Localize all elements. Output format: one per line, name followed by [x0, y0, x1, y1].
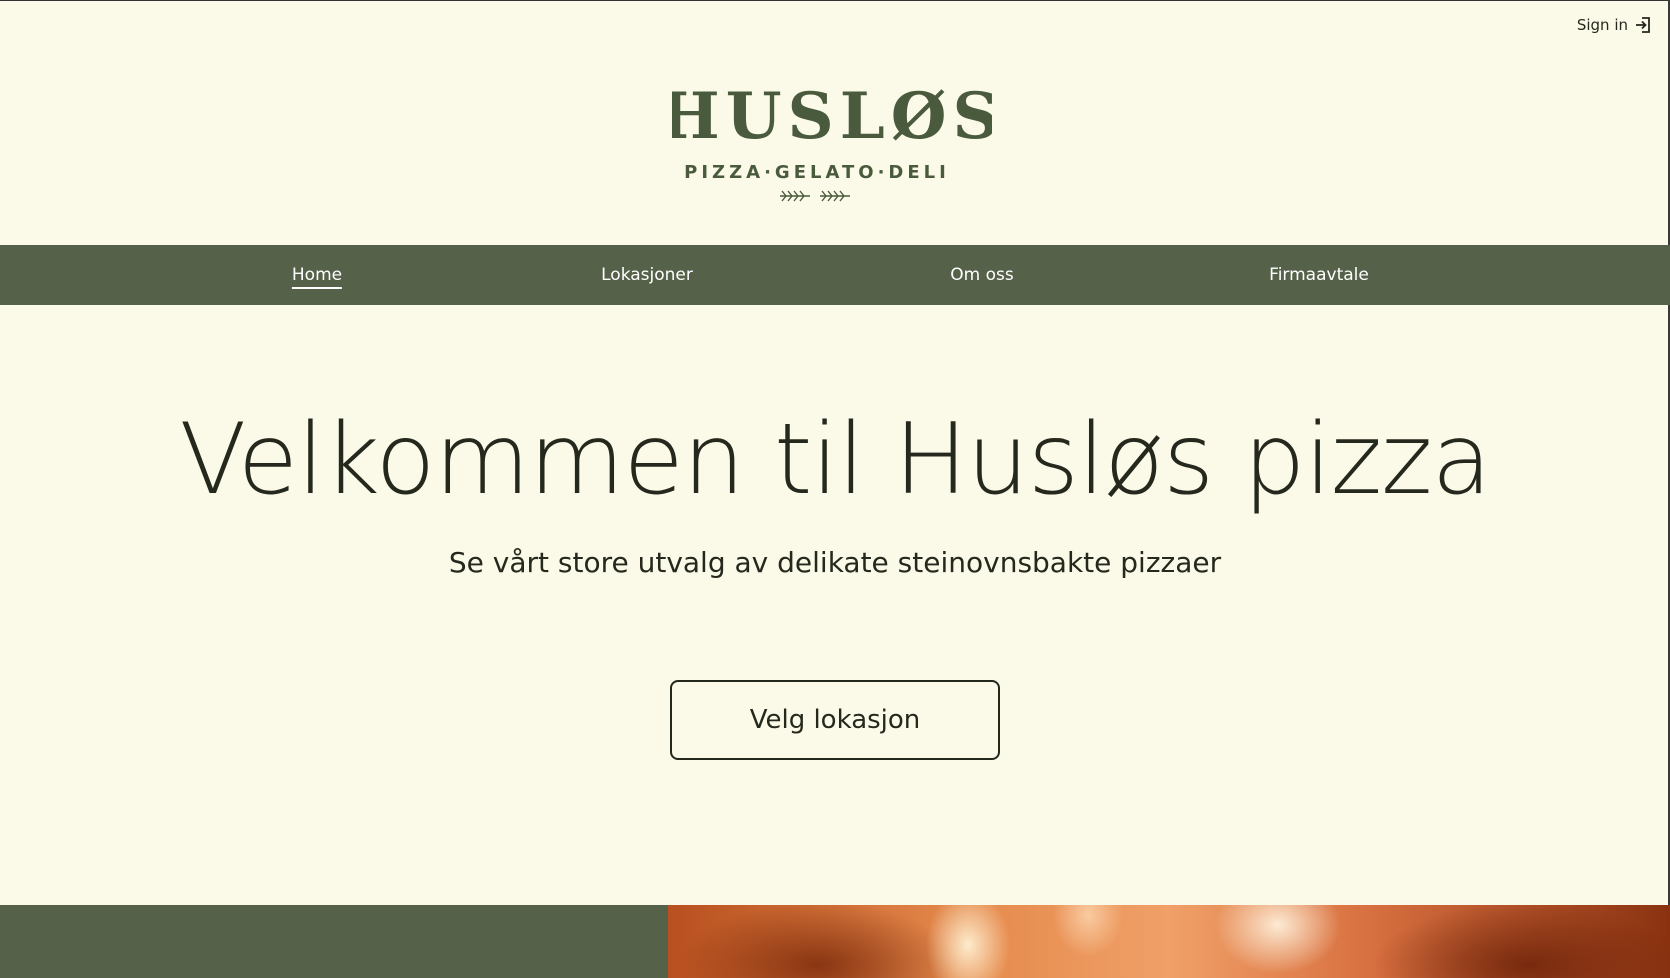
oven-fire-image	[668, 905, 1670, 978]
nav-item-firmaavtale-label: Firmaavtale	[1269, 265, 1369, 285]
page: Sign in HUSLØS PIZZA·GELATO·DELI Home Lo…	[0, 0, 1670, 978]
wheat-sprigs-icon	[780, 190, 850, 202]
top-border	[0, 0, 1670, 1]
nav-item-om-oss-label: Om oss	[950, 265, 1014, 285]
hero-title: Velkommen til Husløs pizza	[179, 403, 1491, 517]
feature-panel	[0, 905, 668, 978]
logo-wordmark: HUSLØS	[672, 79, 992, 154]
logo-tagline: PIZZA·GELATO·DELI	[684, 162, 950, 183]
nav-item-lokasjoner[interactable]: Lokasjoner	[601, 245, 693, 305]
nav-item-home-label: Home	[291, 265, 343, 289]
sign-in-link[interactable]: Sign in	[1577, 16, 1652, 34]
nav-item-lokasjoner-label: Lokasjoner	[601, 265, 693, 285]
nav-item-firmaavtale[interactable]: Firmaavtale	[1269, 245, 1369, 305]
sign-in-icon	[1634, 16, 1652, 34]
main-nav: Home Lokasjoner Om oss Firmaavtale	[0, 245, 1670, 305]
hero-subtitle: Se vårt store utvalg av delikate steinov…	[448, 546, 1222, 579]
choose-location-button[interactable]: Velg lokasjon	[670, 680, 1000, 760]
brand-logo[interactable]: HUSLØS PIZZA·GELATO·DELI	[672, 78, 992, 213]
nav-item-home[interactable]: Home	[291, 245, 343, 305]
nav-item-om-oss[interactable]: Om oss	[950, 245, 1013, 305]
sign-in-label: Sign in	[1576, 16, 1628, 34]
